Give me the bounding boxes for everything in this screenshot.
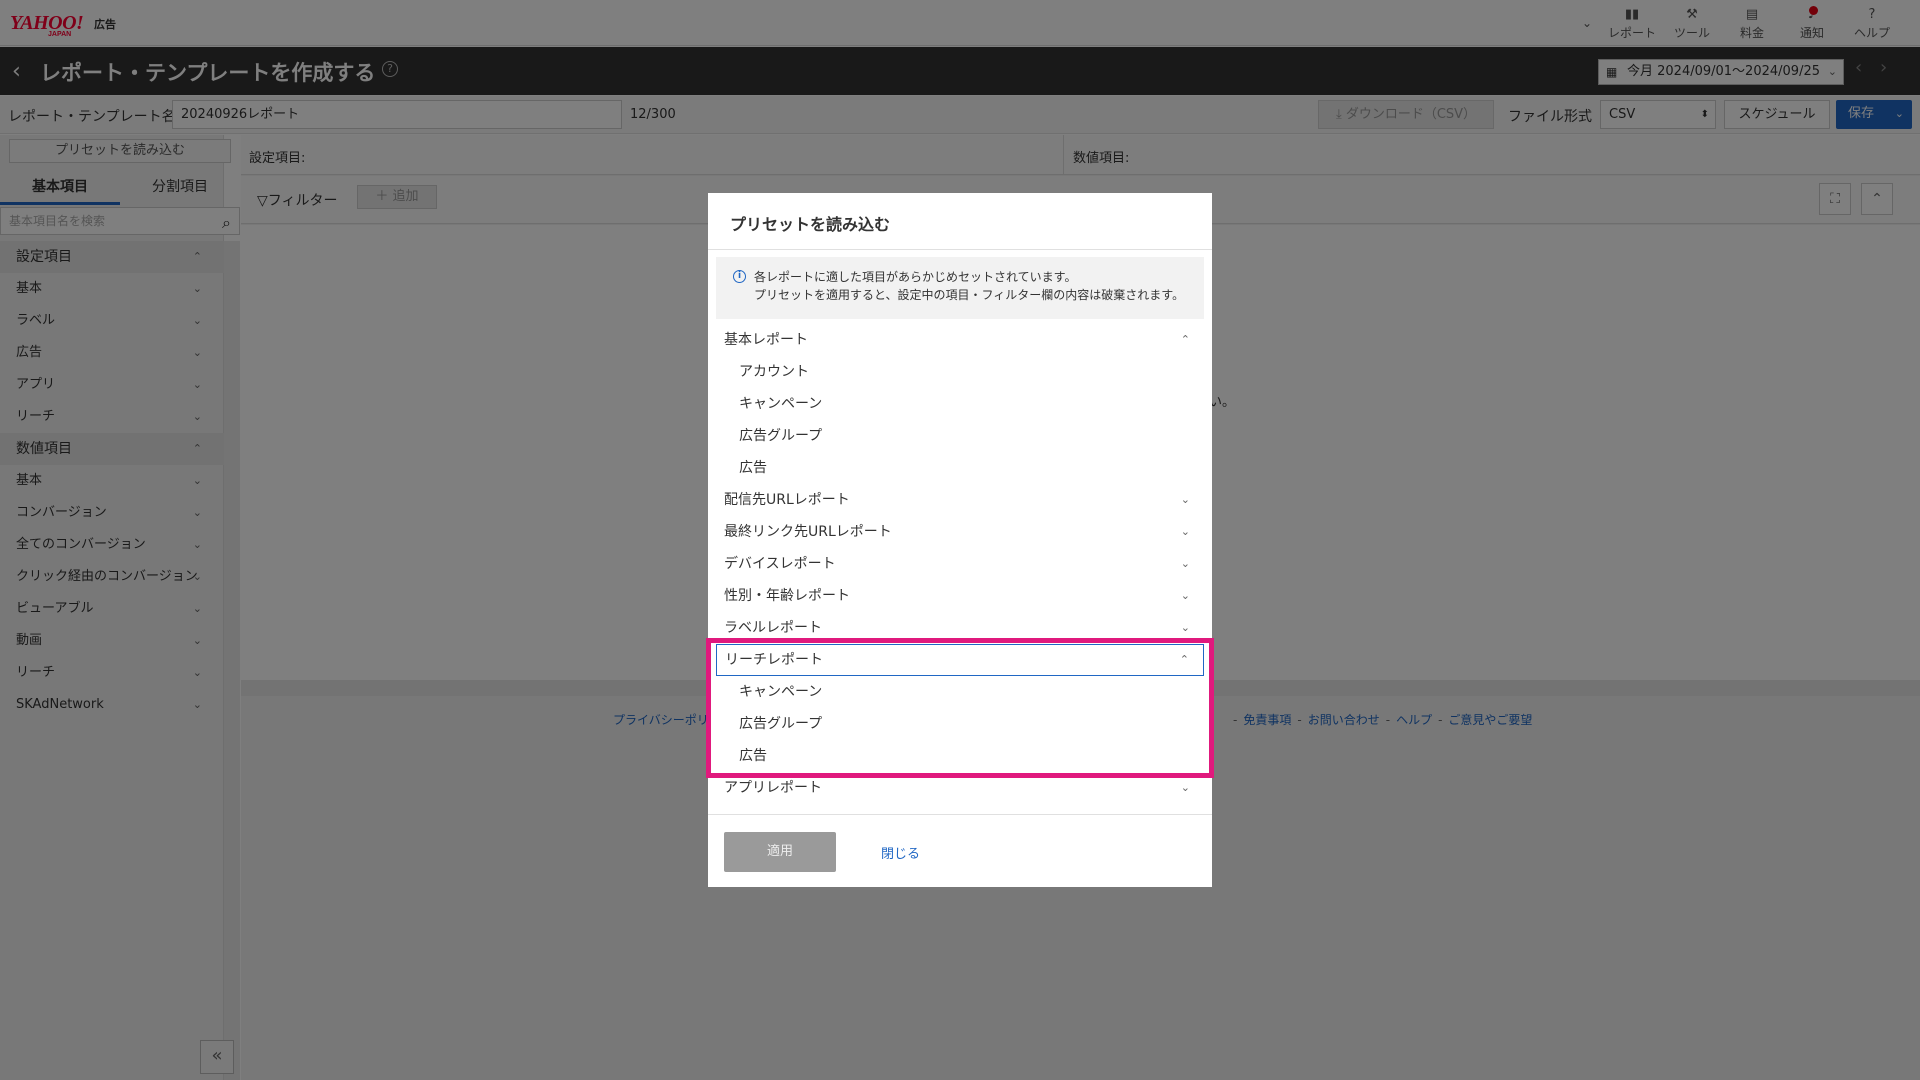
info-box: i 各レポートに適した項目があらかじめセットされています。 プリセットを適用する… <box>716 257 1204 319</box>
load-preset-modal: プリセットを読み込む i 各レポートに適した項目があらかじめセットされています。… <box>708 193 1212 887</box>
chevron-down-icon: ⌄ <box>1180 525 1190 538</box>
preset-group[interactable]: 性別・年齢レポート ⌄ <box>716 580 1204 612</box>
preset-option[interactable]: 広告 <box>716 452 1204 484</box>
divider <box>708 814 1212 815</box>
preset-label: アカウント <box>739 364 809 380</box>
preset-option[interactable]: 広告グループ <box>716 420 1204 452</box>
chevron-down-icon: ⌄ <box>1180 589 1190 602</box>
preset-label: 最終リンク先URLレポート <box>724 524 892 540</box>
preset-group[interactable]: 配信先URLレポート ⌄ <box>716 484 1204 516</box>
modal-title: プリセットを読み込む <box>730 215 891 234</box>
preset-group[interactable]: デバイスレポート ⌄ <box>716 548 1204 580</box>
preset-label: 配信先URLレポート <box>724 492 850 508</box>
preset-group[interactable]: 最終リンク先URLレポート ⌄ <box>716 516 1204 548</box>
preset-group[interactable]: 基本レポート ⌃ <box>716 324 1204 356</box>
preset-label: デバイスレポート <box>724 556 836 572</box>
info-line-2: プリセットを適用すると、設定中の項目・フィルター欄の内容は破棄されます。 <box>754 288 1185 302</box>
preset-label: アプリレポート <box>724 780 822 796</box>
preset-label: 性別・年齢レポート <box>724 588 850 604</box>
chevron-down-icon: ⌄ <box>1180 493 1190 506</box>
preset-label: 広告 <box>739 460 767 476</box>
apply-button[interactable]: 適用 <box>724 832 836 872</box>
close-link[interactable]: 閉じる <box>881 843 920 862</box>
divider <box>708 249 1212 250</box>
chevron-up-icon: ⌃ <box>1180 333 1190 346</box>
preset-label: キャンペーン <box>739 396 823 412</box>
preset-label: 広告グループ <box>739 428 823 444</box>
preset-label: 基本レポート <box>724 332 808 348</box>
info-icon: i <box>733 270 746 283</box>
info-line-1: 各レポートに適した項目があらかじめセットされています。 <box>754 270 1077 284</box>
preset-option[interactable]: アカウント <box>716 356 1204 388</box>
highlight-box <box>706 638 1214 778</box>
preset-label: ラベルレポート <box>724 620 822 636</box>
preset-option[interactable]: キャンペーン <box>716 388 1204 420</box>
chevron-down-icon: ⌄ <box>1180 557 1190 570</box>
